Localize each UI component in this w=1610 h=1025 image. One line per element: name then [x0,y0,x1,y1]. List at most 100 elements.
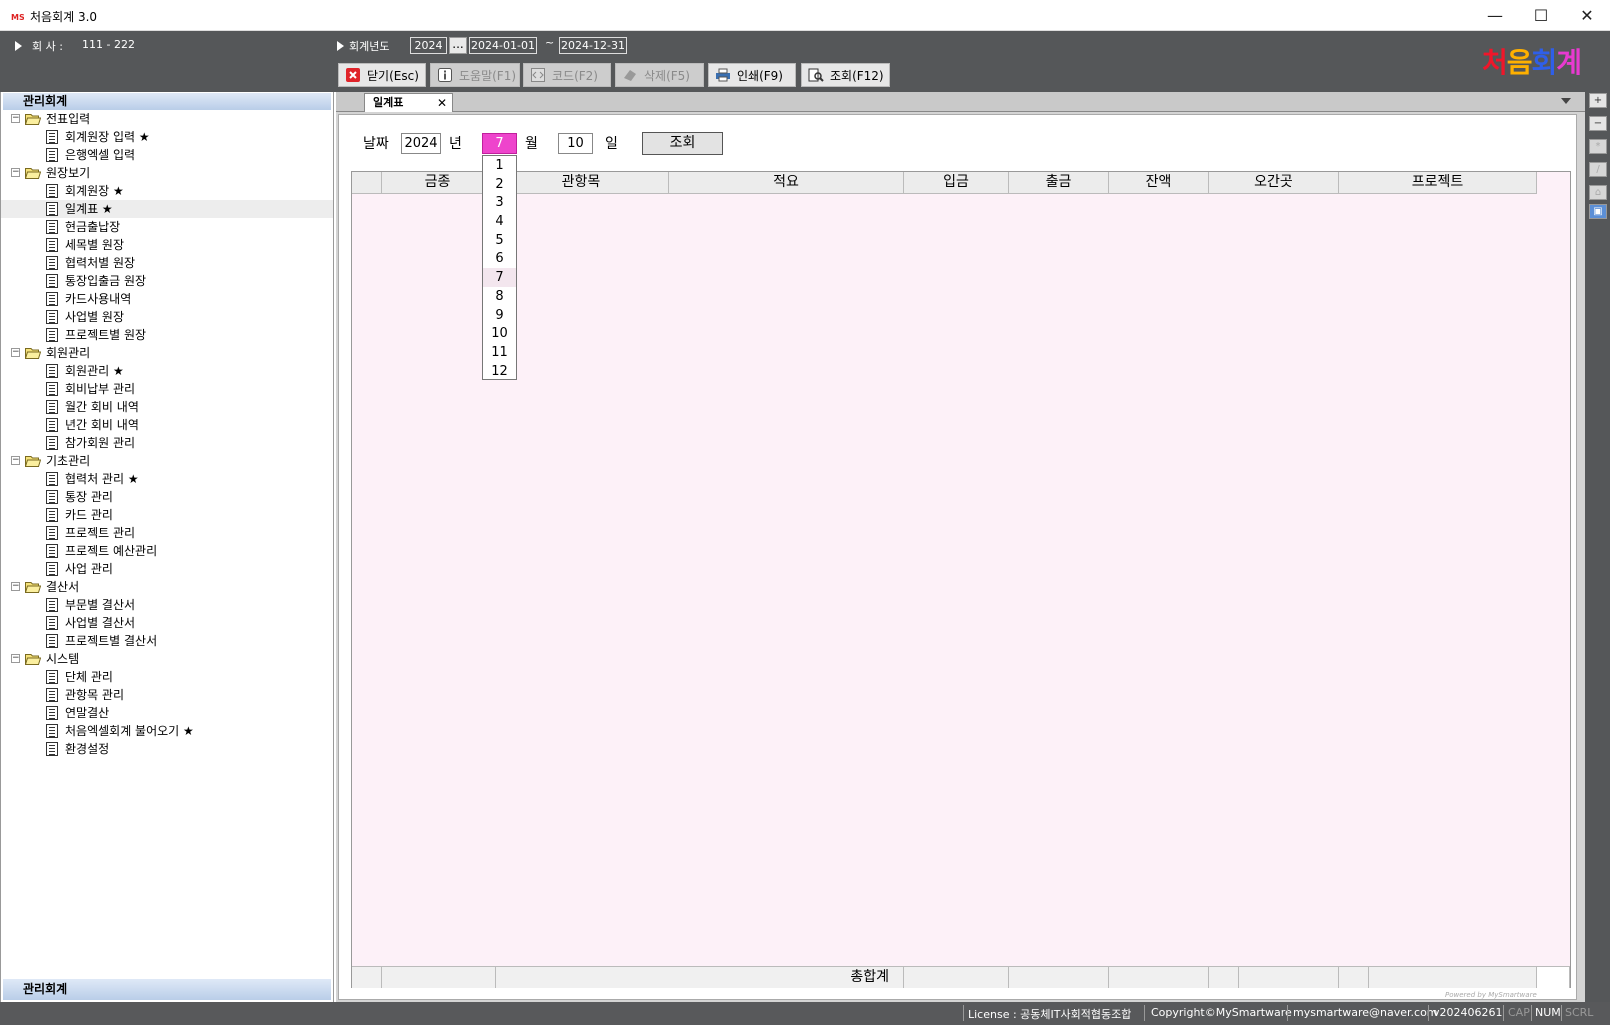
document-icon [46,256,58,270]
tree-item[interactable]: 년간 회비 내역 [1,416,333,434]
sidebar-footer[interactable]: 관리회계 [3,979,331,1000]
tree-item[interactable]: 은행엑셀 입력 [1,146,333,164]
month-option[interactable]: 8 [483,287,516,306]
close-window-button[interactable]: ✕ [1564,0,1610,31]
main-area: 일계표 ✕ 날짜 2024 년 7 월 10 일 조회 1 2 3 4 5 6 7 8 9 10 1… [336,92,1585,1002]
tree-item[interactable]: 세목별 원장 [1,236,333,254]
tree-item[interactable]: 프로젝트 예산관리 [1,542,333,560]
fiscal-year-label: 회계년도 [349,40,390,53]
collapse-icon[interactable]: − [11,456,20,465]
date-from-field[interactable]: 2024-01-01 [469,37,537,54]
year-input[interactable]: 2024 [401,133,441,154]
document-icon [46,742,58,756]
divide-button[interactable]: / [1589,162,1607,177]
app-header: 회 사 : 111 - 222 회계년도 2024 ... 2024-01-01… [0,31,1610,92]
fiscal-year-field[interactable]: 2024 [410,37,447,54]
title-bar: MS 처음회계 3.0 — ☐ ✕ [0,0,1610,31]
tree-category[interactable]: − 회원관리 [1,344,333,362]
tree-item[interactable]: 회비납부 관리 [1,380,333,398]
home-icon[interactable]: ⌂ [1589,185,1607,200]
month-option[interactable]: 2 [483,175,516,194]
tree-item[interactable]: 사업 관리 [1,560,333,578]
tree-item[interactable]: 회계원장 입력 ★ [1,128,333,146]
tree-item[interactable]: 프로젝트별 원장 [1,326,333,344]
maximize-button[interactable]: ☐ [1518,0,1564,31]
tree-category[interactable]: − 전표입력 [1,110,333,128]
month-option[interactable]: 11 [483,343,516,362]
help-button[interactable]: 도움말(F1) [430,63,520,87]
tree-category-label: 시스템 [46,652,80,666]
tree-item[interactable]: 협력처별 원장 [1,254,333,272]
tree-item[interactable]: 관항목 관리 [1,686,333,704]
code-button[interactable]: 코드(F2) [523,63,611,87]
tree-item[interactable]: 처음엑셀회계 불어오기 ★ [1,722,333,740]
document-icon [46,292,58,306]
window-icon[interactable]: ▣ [1589,204,1607,219]
status-separator [1561,1005,1562,1021]
tree-item[interactable]: 연말결산 [1,704,333,722]
month-option[interactable]: 10 [483,324,516,343]
collapse-icon[interactable]: − [11,348,20,357]
month-option[interactable]: 7 [483,268,516,287]
query-button[interactable]: 조회(F12) [801,63,890,87]
tree-item-label: 프로젝트별 원장 [65,328,147,342]
minimize-button[interactable]: — [1472,0,1518,31]
tab-list-dropdown-icon[interactable] [1561,98,1571,104]
tree-category-label: 결산서 [46,580,80,594]
tree-item[interactable]: 환경설정 [1,740,333,758]
month-option[interactable]: 9 [483,306,516,325]
collapse-icon[interactable]: − [11,654,20,663]
tree-item-label: 현금출납장 [65,220,121,234]
search-button[interactable]: 조회 [642,132,723,155]
tree-category[interactable]: − 원장보기 [1,164,333,182]
tree-item[interactable]: 현금출납장 [1,218,333,236]
tab-close-icon[interactable]: ✕ [437,94,447,112]
tree-item[interactable]: 사업별 결산서 [1,614,333,632]
tree-item[interactable]: 회원관리 ★ [1,362,333,380]
tree-category[interactable]: − 결산서 [1,578,333,596]
tree-item[interactable]: 단체 관리 [1,668,333,686]
tree-item[interactable]: 협력처 관리 ★ [1,470,333,488]
collapse-icon[interactable]: − [11,582,20,591]
tree-item[interactable]: 일계표 ★ [1,200,333,218]
tree-item[interactable]: 부문별 결산서 [1,596,333,614]
month-option[interactable]: 3 [483,193,516,212]
collapse-icon[interactable]: − [11,114,20,123]
close-button[interactable]: 닫기(Esc) [338,63,426,87]
collapse-icon[interactable]: − [11,168,20,177]
tree-item[interactable]: 카드 관리 [1,506,333,524]
total-deposit-cell [904,966,1009,988]
tree-item[interactable]: 참가회원 관리 [1,434,333,452]
tree-item[interactable]: 프로젝트별 결산서 [1,632,333,650]
day-input[interactable]: 10 [558,133,593,154]
multiply-button[interactable]: * [1589,139,1607,154]
tree-item[interactable]: 카드사용내역 [1,290,333,308]
plus-button[interactable]: + [1589,93,1607,108]
tab-daily-report[interactable]: 일계표 ✕ [364,93,453,112]
scroll-lock-indicator: SCRL [1565,1006,1594,1019]
print-button[interactable]: 인쇄(F9) [708,63,796,87]
date-range-tilde: ~ [545,36,555,49]
tree-item[interactable]: 통장입출금 원장 [1,272,333,290]
tree-item[interactable]: 회계원장 ★ [1,182,333,200]
month-option[interactable]: 5 [483,231,516,250]
month-option[interactable]: 4 [483,212,516,231]
month-select[interactable]: 7 [482,133,517,154]
copyright-text: Copyright©MySmartware [1151,1006,1292,1019]
document-icon [46,220,58,234]
powered-by-text: Powered by MySmartware [1445,991,1537,999]
tree-item[interactable]: 월간 회비 내역 [1,398,333,416]
tree-item[interactable]: 사업별 원장 [1,308,333,326]
tree-item[interactable]: 프로젝트 관리 [1,524,333,542]
tree-category[interactable]: − 시스템 [1,650,333,668]
fiscal-year-picker-button[interactable]: ... [449,37,467,54]
month-option[interactable]: 6 [483,249,516,268]
tree-category[interactable]: − 기초관리 [1,452,333,470]
month-option[interactable]: 1 [483,156,516,175]
delete-button[interactable]: 삭제(F5) [615,63,704,87]
tree-item-label: 사업 관리 [65,562,113,576]
date-to-field[interactable]: 2024-12-31 [559,37,627,54]
month-option[interactable]: 12 [483,362,516,381]
tree-item[interactable]: 통장 관리 [1,488,333,506]
minus-button[interactable]: − [1589,116,1607,131]
